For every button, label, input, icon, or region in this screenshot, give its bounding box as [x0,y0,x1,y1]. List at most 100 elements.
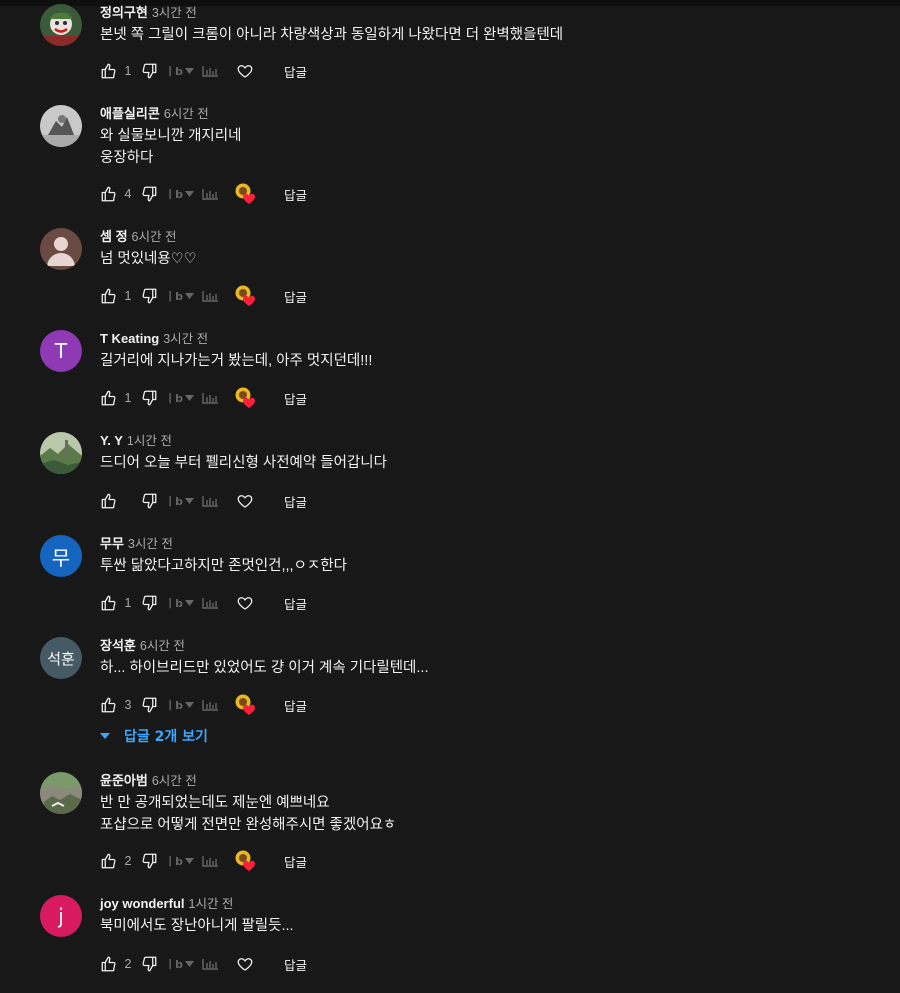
heart-button-icon[interactable] [236,592,254,614]
creator-heart-icon[interactable] [234,285,258,307]
dislike-button-icon[interactable] [140,850,158,872]
reply-button[interactable]: 답글 [284,185,307,204]
dislike-button-icon[interactable] [140,694,158,716]
stats-icon[interactable] [200,60,220,82]
author-name[interactable]: Y. Y [100,433,123,448]
extension-dropdown-icon[interactable]: ㅣb [164,60,198,82]
extension-dropdown-icon[interactable]: ㅣb [164,592,198,614]
extension-dropdown-icon[interactable]: ㅣb [164,850,198,872]
comment-timestamp[interactable]: 1시간 전 [127,434,172,448]
like-button-icon[interactable] [100,60,118,82]
comment-timestamp[interactable]: 6시간 전 [152,774,197,788]
view-replies-button[interactable]: 답글 2개 보기 [100,725,208,747]
author-name[interactable]: 정의구현 [100,5,148,20]
reply-button[interactable]: 답글 [284,492,307,511]
avatar[interactable]: 무 [40,535,82,577]
heart-button-icon[interactable] [236,60,254,82]
creator-heart-icon[interactable] [234,387,258,409]
dislike-button-icon[interactable] [140,285,158,307]
comment-thread: T T Keating 3시간 전 길거리에 지나가는거 봤는데, 아주 멋지던데!!… [40,330,880,413]
like-count: 4 [124,187,132,201]
comment-timestamp[interactable]: 6시간 전 [132,230,177,244]
stats-icon[interactable] [200,850,220,872]
like-button-icon[interactable] [100,953,118,975]
creator-heart-icon[interactable] [234,183,258,205]
comment-actions: 1 ㅣb 답글 [100,387,307,409]
dislike-button-icon[interactable] [140,490,158,512]
comment-timestamp[interactable]: 3시간 전 [163,332,208,346]
dislike-button-icon[interactable] [140,592,158,614]
like-button-icon[interactable] [100,183,118,205]
avatar[interactable]: 석훈 [40,637,82,679]
creator-heart-icon[interactable] [234,694,258,716]
author-name[interactable]: T Keating [100,331,159,346]
comment-text-line: 웅장하다 [100,150,154,166]
reply-button[interactable]: 답글 [284,955,307,974]
comment-text: 본넷 쪽 그릴이 크롬이 아니라 차량색상과 동일하게 나왔다면 더 완벽했을텐… [100,24,860,46]
creator-heart-icon[interactable] [234,850,258,872]
comment-thread: 무 무무 3시간 전 투싼 닮았다고하지만 존멋인건,,,ㅇㅈ한다 1 ㅣb 답글 [40,535,880,618]
comment-actions: 1 ㅣb 답글 [100,285,307,307]
comment-timestamp[interactable]: 6시간 전 [140,639,185,653]
comment-text: 드디어 오늘 부터 펠리신형 사전예약 들어갑니다 [100,452,860,474]
avatar[interactable] [40,4,82,46]
stats-icon[interactable] [200,490,220,512]
author-name[interactable]: joy wonderful [100,896,185,911]
stats-icon[interactable] [200,694,220,716]
extension-dropdown-icon[interactable]: ㅣb [164,953,198,975]
comment-thread: 석훈 장석훈 6시간 전 하... 하이브리드만 있었어도 걍 이거 계속 기다릴텐데… [40,637,880,720]
like-button-icon[interactable] [100,850,118,872]
extension-dropdown-icon[interactable]: ㅣb [164,183,198,205]
stats-icon[interactable] [200,387,220,409]
avatar[interactable] [40,228,82,270]
like-button-icon[interactable] [100,490,118,512]
comment-body: joy wonderful 1시간 전 북미에서도 장난아니게 팔릴듯... [100,895,860,937]
reply-button[interactable]: 답글 [284,594,307,613]
like-button-icon[interactable] [100,592,118,614]
avatar[interactable] [40,432,82,474]
author-name[interactable]: 셈 정 [100,229,128,244]
comment-timestamp[interactable]: 1시간 전 [189,897,234,911]
like-count: 1 [124,64,132,78]
stats-icon[interactable] [200,285,220,307]
comment-header: 정의구현 3시간 전 [100,4,860,22]
comment-timestamp[interactable]: 6시간 전 [164,107,209,121]
like-button-icon[interactable] [100,694,118,716]
comment-header: joy wonderful 1시간 전 [100,895,860,913]
reply-button[interactable]: 답글 [284,852,307,871]
avatar[interactable] [40,772,82,814]
author-name[interactable]: 윤준아범 [100,773,148,788]
author-name[interactable]: 무무 [100,536,124,551]
comment-thread: 셈 정 6시간 전넘 멋있네용♡♡ 1 ㅣb 답글 [40,228,880,311]
stats-icon[interactable] [200,183,220,205]
comment-timestamp[interactable]: 3시간 전 [128,537,173,551]
avatar[interactable] [40,105,82,147]
extension-dropdown-icon[interactable]: ㅣb [164,285,198,307]
like-button-icon[interactable] [100,387,118,409]
extension-dropdown-icon[interactable]: ㅣb [164,694,198,716]
heart-button-icon[interactable] [236,953,254,975]
dislike-button-icon[interactable] [140,387,158,409]
comment-header: 장석훈 6시간 전 [100,637,860,655]
reply-button[interactable]: 답글 [284,62,307,81]
extension-dropdown-icon[interactable]: ㅣb [164,387,198,409]
stats-icon[interactable] [200,592,220,614]
author-name[interactable]: 장석훈 [100,638,136,653]
comment-timestamp[interactable]: 3시간 전 [152,6,197,20]
reply-button[interactable]: 답글 [284,389,307,408]
svg-text:ㅣb: ㅣb [165,65,183,78]
like-button-icon[interactable] [100,285,118,307]
stats-icon[interactable] [200,953,220,975]
dislike-button-icon[interactable] [140,60,158,82]
dislike-button-icon[interactable] [140,953,158,975]
extension-dropdown-icon[interactable]: ㅣb [164,490,198,512]
svg-text:ㅣb: ㅣb [165,958,183,971]
heart-button-icon[interactable] [236,490,254,512]
avatar[interactable]: T [40,330,82,372]
author-name[interactable]: 애플실리콘 [100,106,160,121]
caret-down-icon [100,733,110,739]
dislike-button-icon[interactable] [140,183,158,205]
reply-button[interactable]: 답글 [284,287,307,306]
reply-button[interactable]: 답글 [284,696,307,715]
avatar[interactable]: j [40,895,82,937]
